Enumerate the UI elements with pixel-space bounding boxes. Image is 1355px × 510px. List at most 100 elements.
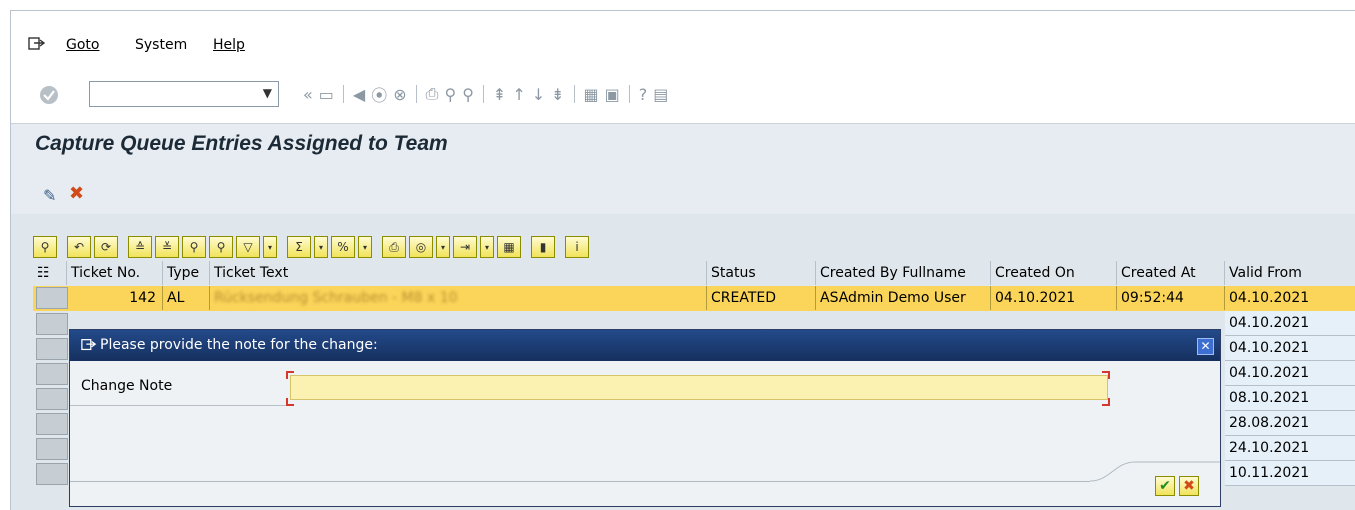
menu-system[interactable]: System bbox=[135, 37, 187, 53]
cancel-button[interactable]: ✖ bbox=[1179, 476, 1199, 496]
dialog-menu-icon[interactable] bbox=[81, 338, 97, 352]
delete-icon[interactable]: ✖ bbox=[69, 183, 84, 204]
row-selector[interactable] bbox=[36, 463, 68, 485]
previous-page-icon[interactable]: ↑ bbox=[512, 85, 525, 104]
filter-dropdown-icon[interactable]: ▾ bbox=[263, 236, 277, 258]
command-field[interactable]: ▼ bbox=[89, 81, 279, 107]
graphic-icon[interactable]: ▮ bbox=[531, 236, 555, 258]
row-selector[interactable] bbox=[36, 338, 68, 360]
column-header[interactable]: Created At bbox=[1117, 261, 1225, 285]
enter-icon[interactable] bbox=[39, 85, 59, 105]
valid-from-cell: 04.10.2021 bbox=[1225, 361, 1355, 386]
views-dropdown-icon[interactable]: ▾ bbox=[436, 236, 450, 258]
info-icon[interactable]: i bbox=[565, 236, 589, 258]
shortcut-icon[interactable]: ▣ bbox=[605, 85, 620, 104]
separator bbox=[628, 85, 630, 103]
created-on-cell: 04.10.2021 bbox=[991, 286, 1117, 310]
exit-icon[interactable]: ⦿ bbox=[371, 82, 387, 106]
valid-from-cell: 04.10.2021 bbox=[1225, 286, 1355, 310]
row-selector[interactable] bbox=[36, 287, 68, 309]
row-selector[interactable] bbox=[36, 438, 68, 460]
valid-from-cell: 28.08.2021 bbox=[1225, 411, 1355, 436]
dialog-title-bar: Please provide the note for the change: … bbox=[70, 330, 1220, 361]
ticket-text-value: Rücksendung Schrauben - M8 x 10 bbox=[214, 290, 458, 306]
standard-toolbar: ▼ « ▭ ◀ ⦿ ⊗ ⎙ ⚲ ⚲ ⇞ ↑ ↓ ⇟ ▦ ▣ ? ▤ bbox=[11, 69, 1355, 124]
sort-ascending-icon[interactable]: ≙ bbox=[128, 236, 152, 258]
sum-icon[interactable]: Σ bbox=[287, 236, 311, 258]
table-row[interactable]: 142 AL Rücksendung Schrauben - M8 x 10 C… bbox=[33, 286, 1355, 311]
created-at-cell: 09:52:44 bbox=[1117, 286, 1225, 310]
refresh-icon[interactable]: ⟳ bbox=[94, 236, 118, 258]
alv-toolbar: ⚲ ↶ ⟳ ≙ ≚ ⚲ ⚲ ▽ ▾ Σ ▾ % ▾ ⎙ ◎ ▾ ⇥ ▾ ▦ ▮ … bbox=[33, 234, 589, 260]
help-icon[interactable]: ? bbox=[639, 85, 648, 104]
views-icon[interactable]: ◎ bbox=[409, 236, 433, 258]
change-note-input[interactable] bbox=[290, 375, 1108, 400]
type-cell: AL bbox=[163, 286, 210, 310]
row-selector[interactable] bbox=[36, 363, 68, 385]
find-icon[interactable]: ⚲ bbox=[182, 236, 206, 258]
sort-descending-icon[interactable]: ≚ bbox=[155, 236, 179, 258]
print-icon[interactable]: ⎙ bbox=[382, 236, 406, 258]
next-page-icon[interactable]: ↓ bbox=[532, 85, 545, 104]
find-icon[interactable]: ⚲ bbox=[444, 85, 456, 104]
separator bbox=[342, 85, 344, 103]
row-selector[interactable] bbox=[36, 388, 68, 410]
undo-icon[interactable]: ↶ bbox=[67, 236, 91, 258]
column-header[interactable]: Type bbox=[163, 261, 210, 285]
valid-from-cell: 10.11.2021 bbox=[1225, 461, 1355, 486]
subtotal-dropdown-icon[interactable]: ▾ bbox=[358, 236, 372, 258]
application-toolbar bbox=[11, 174, 1355, 214]
menu-goto[interactable]: Goto bbox=[66, 37, 99, 53]
cancel-icon[interactable]: ⊗ bbox=[393, 85, 406, 104]
valid-from-cell: 04.10.2021 bbox=[1225, 311, 1355, 336]
menu-icon[interactable] bbox=[28, 37, 46, 51]
customize-layout-icon[interactable]: ▤ bbox=[653, 85, 668, 104]
separator bbox=[558, 236, 562, 258]
layout-icon[interactable]: ▦ bbox=[497, 236, 521, 258]
column-header[interactable]: Ticket Text bbox=[210, 261, 707, 285]
separator bbox=[375, 236, 379, 258]
dialog-footer-separator bbox=[70, 481, 1090, 482]
ok-button[interactable]: ✔ bbox=[1155, 476, 1175, 496]
change-note-dialog: Please provide the note for the change: … bbox=[69, 329, 1221, 507]
find-next-icon[interactable]: ⚲ bbox=[209, 236, 233, 258]
new-session-icon[interactable]: ▦ bbox=[584, 85, 599, 104]
status-cell: CREATED bbox=[707, 286, 816, 310]
details-icon[interactable]: ⚲ bbox=[33, 236, 57, 258]
column-header[interactable]: Created By Fullname bbox=[816, 261, 991, 285]
filter-icon[interactable]: ▽ bbox=[236, 236, 260, 258]
separator bbox=[121, 236, 125, 258]
column-header[interactable]: Ticket No. bbox=[67, 261, 163, 285]
print-icon[interactable]: ⎙ bbox=[426, 84, 439, 104]
chevron-down-icon[interactable]: ▼ bbox=[263, 86, 272, 100]
save-icon[interactable]: ▭ bbox=[319, 85, 334, 104]
last-page-icon[interactable]: ⇟ bbox=[551, 85, 564, 104]
menu-bar: Goto System Help bbox=[11, 11, 1355, 69]
subtotal-icon[interactable]: % bbox=[331, 236, 355, 258]
first-page-icon[interactable]: ⇞ bbox=[493, 85, 506, 104]
column-header[interactable]: Created On bbox=[991, 261, 1117, 285]
separator bbox=[415, 85, 417, 103]
select-all-icon[interactable]: ☷ bbox=[33, 261, 67, 285]
required-marker bbox=[1102, 398, 1110, 406]
close-icon[interactable]: ✕ bbox=[1197, 338, 1214, 355]
required-marker bbox=[286, 398, 294, 406]
find-next-icon[interactable]: ⚲ bbox=[462, 85, 474, 104]
sum-dropdown-icon[interactable]: ▾ bbox=[314, 236, 328, 258]
pencil-icon[interactable]: ✎ bbox=[43, 186, 56, 205]
ticket-text-cell: Rücksendung Schrauben - M8 x 10 bbox=[210, 286, 707, 310]
row-selector[interactable] bbox=[36, 413, 68, 435]
row-selector[interactable] bbox=[36, 313, 68, 335]
menu-help[interactable]: Help bbox=[213, 37, 245, 53]
back-arrows-icon[interactable]: « bbox=[303, 85, 313, 104]
required-marker bbox=[286, 371, 294, 379]
separator bbox=[280, 236, 284, 258]
column-header[interactable]: Valid From bbox=[1225, 261, 1355, 285]
separator bbox=[482, 85, 484, 103]
back-icon[interactable]: ◀ bbox=[353, 85, 365, 104]
export-dropdown-icon[interactable]: ▾ bbox=[480, 236, 494, 258]
export-icon[interactable]: ⇥ bbox=[453, 236, 477, 258]
required-marker bbox=[1102, 371, 1110, 379]
column-header[interactable]: Status bbox=[707, 261, 816, 285]
valid-from-cell: 04.10.2021 bbox=[1225, 336, 1355, 361]
